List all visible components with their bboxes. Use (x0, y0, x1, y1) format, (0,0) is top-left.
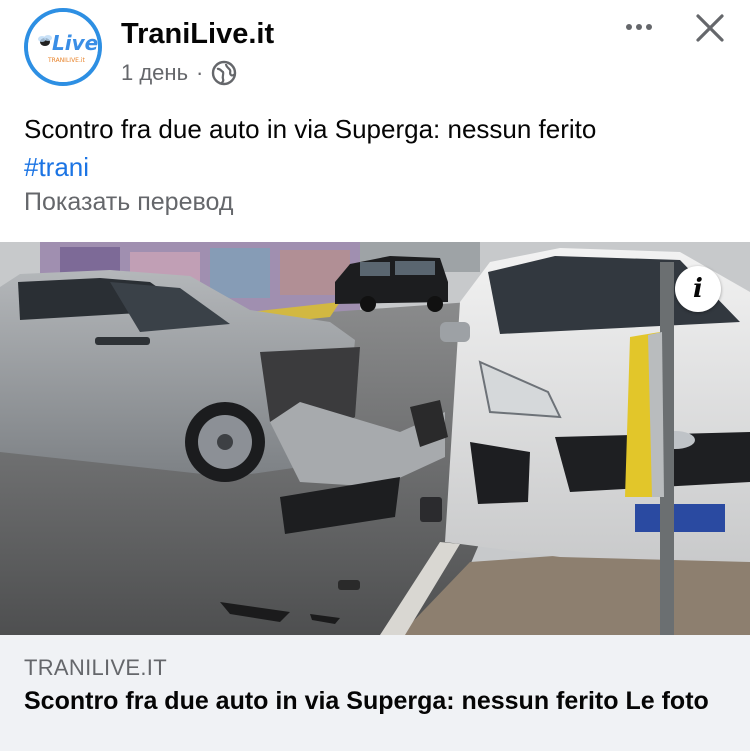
link-domain: TRANILIVE.IT (24, 655, 167, 680)
see-translation-link[interactable]: Показать перевод (24, 188, 233, 217)
post-message: Scontro fra due auto in via Superga: nes… (24, 114, 597, 144)
post-header: Live TRANILIVE.it TraniLive.it 1 день · (0, 0, 750, 100)
car-crash-photo (0, 242, 750, 635)
page-name[interactable]: TraniLive.it (121, 18, 274, 51)
meta-separator: · (196, 60, 204, 85)
tranilive-logo: Live TRANILIVE.it (28, 12, 98, 82)
link-preview-card[interactable]: TRANILIVE.IT Scontro fra due auto in via… (0, 635, 750, 751)
post-meta: 1 день · (121, 60, 237, 86)
close-icon[interactable] (688, 6, 732, 50)
post-text: Scontro fra due auto in via Superga: nes… (24, 110, 734, 186)
photo-info-button[interactable]: i (675, 266, 721, 312)
post-time[interactable]: 1 день (121, 60, 188, 86)
more-dots-icon (626, 24, 632, 30)
more-options-button[interactable] (616, 10, 662, 44)
svg-text:Live: Live (52, 31, 98, 55)
page-avatar[interactable]: Live TRANILIVE.it (24, 8, 102, 86)
post-photo[interactable] (0, 242, 750, 635)
link-title[interactable]: Scontro fra due auto in via Superga: nes… (24, 685, 724, 717)
globe-icon (212, 60, 237, 86)
hashtag-link[interactable]: #trani (24, 148, 734, 186)
svg-text:TRANILIVE.it: TRANILIVE.it (47, 57, 86, 64)
